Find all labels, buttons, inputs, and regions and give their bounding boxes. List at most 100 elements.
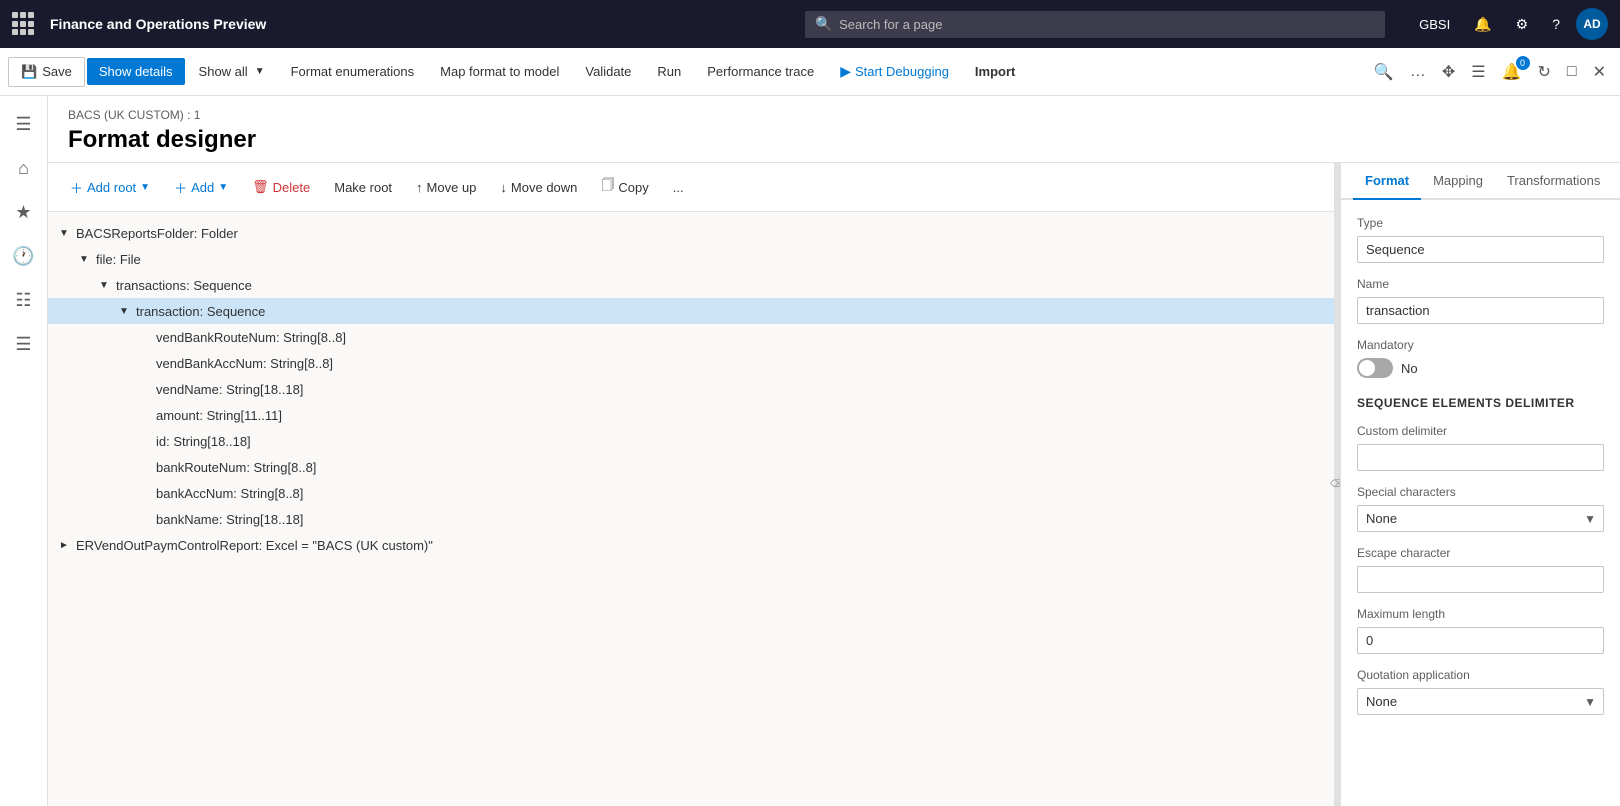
- tree-item[interactable]: vendName: String[18..18]: [48, 376, 1334, 402]
- move-up-button[interactable]: ↑ Move up: [406, 175, 486, 200]
- map-format-label: Map format to model: [440, 64, 559, 79]
- mandatory-value: No: [1401, 361, 1418, 376]
- recent-button[interactable]: 🕐: [4, 236, 44, 276]
- expand-icon[interactable]: [136, 355, 152, 371]
- tree-item[interactable]: id: String[18..18]: [48, 428, 1334, 454]
- show-all-button[interactable]: Show all ▼: [187, 58, 277, 85]
- notifications-button[interactable]: 🔔: [1466, 12, 1499, 37]
- run-label: Run: [657, 64, 681, 79]
- grid-view-button[interactable]: ✥: [1436, 58, 1461, 86]
- tree-item[interactable]: bankAccNum: String[8..8]: [48, 480, 1334, 506]
- tab-mapping[interactable]: Mapping: [1421, 163, 1495, 200]
- tree-item[interactable]: bankRouteNum: String[8..8]: [48, 454, 1334, 480]
- delete-icon: 🗑: [252, 179, 269, 195]
- tree-item[interactable]: ►ERVendOutPaymControlReport: Excel = "BA…: [48, 532, 1334, 558]
- tab-transformations[interactable]: Transformations: [1495, 163, 1612, 200]
- expand-icon[interactable]: [136, 407, 152, 423]
- run-button[interactable]: Run: [645, 58, 693, 85]
- tree-item[interactable]: ▼transaction: Sequence: [48, 298, 1334, 324]
- favorites-button[interactable]: ★: [4, 192, 44, 232]
- mandatory-label: Mandatory: [1357, 338, 1604, 352]
- tree-item[interactable]: vendBankAccNum: String[8..8]: [48, 350, 1334, 376]
- type-input[interactable]: [1357, 236, 1604, 263]
- expand-icon[interactable]: [136, 329, 152, 345]
- expand-icon[interactable]: [136, 511, 152, 527]
- name-input[interactable]: [1357, 297, 1604, 324]
- badge-wrapper: 🔔 0: [1496, 58, 1528, 86]
- sidebar-collapse-button[interactable]: ☰: [1465, 58, 1491, 86]
- expand-icon[interactable]: [136, 459, 152, 475]
- escape-char-group: Escape character: [1357, 546, 1604, 593]
- plus-icon: ＋: [70, 178, 83, 197]
- refresh-button[interactable]: ↻: [1532, 58, 1557, 86]
- performance-trace-button[interactable]: Performance trace: [695, 58, 826, 85]
- expand-icon[interactable]: ▼: [76, 251, 92, 267]
- mandatory-toggle[interactable]: [1357, 358, 1393, 378]
- tree-item[interactable]: amount: String[11..11]: [48, 402, 1334, 428]
- close-button[interactable]: ✕: [1587, 58, 1612, 86]
- expand-icon[interactable]: ►: [56, 537, 72, 553]
- settings-button[interactable]: ⚙: [1508, 12, 1537, 37]
- add-button[interactable]: ＋ Add ▼: [164, 173, 238, 202]
- custom-delimiter-input[interactable]: [1357, 444, 1604, 471]
- search-button[interactable]: 🔍: [1368, 58, 1400, 86]
- expand-icon[interactable]: ▼: [116, 303, 132, 319]
- tree-item-label: transactions: Sequence: [116, 278, 1326, 293]
- command-bar: 💾 Save Show details Show all ▼ Format en…: [0, 48, 1620, 96]
- region-label[interactable]: GBSI: [1411, 13, 1458, 36]
- save-icon: 💾: [21, 64, 37, 80]
- arrow-up-icon: ↑: [416, 180, 423, 195]
- tree-item[interactable]: ▼file: File: [48, 246, 1334, 272]
- validate-button[interactable]: Validate: [573, 58, 643, 85]
- special-chars-select[interactable]: NoneCR+LFLFCR: [1357, 505, 1604, 532]
- search-input[interactable]: [805, 11, 1385, 38]
- tree-item[interactable]: vendBankRouteNum: String[8..8]: [48, 324, 1334, 350]
- expand-icon[interactable]: ▼: [56, 225, 72, 241]
- expand-icon[interactable]: [136, 485, 152, 501]
- special-chars-select-wrapper: NoneCR+LFLFCR ▼: [1357, 505, 1604, 532]
- add-root-label: Add root: [87, 180, 136, 195]
- move-down-button[interactable]: ↓ Move down: [490, 175, 587, 200]
- quotation-select[interactable]: NoneAll text valuesWhen mandatory: [1357, 688, 1604, 715]
- delete-button[interactable]: 🗑 Delete: [242, 174, 320, 200]
- escape-char-input[interactable]: [1357, 566, 1604, 593]
- max-length-input[interactable]: [1357, 627, 1604, 654]
- expand-icon[interactable]: [136, 381, 152, 397]
- tree-container: ▼BACSReportsFolder: Folder▼file: File▼tr…: [48, 212, 1334, 806]
- save-button[interactable]: 💾 Save: [8, 57, 85, 87]
- start-debugging-label: Start Debugging: [855, 64, 949, 79]
- help-button[interactable]: ?: [1544, 12, 1568, 36]
- more-button[interactable]: ...: [663, 175, 694, 200]
- move-up-label: Move up: [427, 180, 477, 195]
- search-wrapper: 🔍: [805, 11, 1385, 38]
- modules-button[interactable]: ☰: [4, 324, 44, 364]
- import-button[interactable]: Import: [963, 58, 1027, 85]
- copy-icon: 🗍: [601, 176, 614, 198]
- home-button[interactable]: ⌂: [4, 148, 44, 188]
- copy-button[interactable]: 🗍 Copy: [591, 171, 658, 203]
- tree-item[interactable]: bankName: String[18..18]: [48, 506, 1334, 532]
- map-format-button[interactable]: Map format to model: [428, 58, 571, 85]
- hamburger-sidebar-button[interactable]: ☰: [4, 104, 44, 144]
- workspaces-button[interactable]: ☷: [4, 280, 44, 320]
- format-enumerations-button[interactable]: Format enumerations: [279, 58, 427, 85]
- show-all-label: Show all: [199, 64, 248, 79]
- more-options-button[interactable]: …: [1404, 59, 1432, 85]
- tab-format[interactable]: Format: [1353, 163, 1421, 200]
- expand-icon[interactable]: ▼: [96, 277, 112, 293]
- import-label: Import: [975, 64, 1015, 79]
- expand-icon[interactable]: [136, 433, 152, 449]
- show-details-button[interactable]: Show details: [87, 58, 185, 85]
- add-root-button[interactable]: ＋ Add root ▼: [60, 173, 160, 202]
- designer-area: ＋ Add root ▼ ＋ Add ▼ 🗑 Delete Make ro: [48, 163, 1620, 806]
- tree-item[interactable]: ▼ transactions: Sequence: [48, 272, 1334, 298]
- fullscreen-button[interactable]: □: [1561, 59, 1583, 85]
- tree-item[interactable]: ▼BACSReportsFolder: Folder: [48, 220, 1334, 246]
- start-debugging-button[interactable]: ▶ Start Debugging: [828, 57, 961, 86]
- properties-panel: FormatMappingTransformationsValidations …: [1340, 163, 1620, 806]
- tree-toolbar: ＋ Add root ▼ ＋ Add ▼ 🗑 Delete Make ro: [48, 163, 1334, 212]
- avatar[interactable]: AD: [1576, 8, 1608, 40]
- waffle-menu-icon[interactable]: [12, 12, 36, 36]
- make-root-button[interactable]: Make root: [324, 175, 402, 200]
- tab-validations[interactable]: Validations: [1612, 163, 1620, 200]
